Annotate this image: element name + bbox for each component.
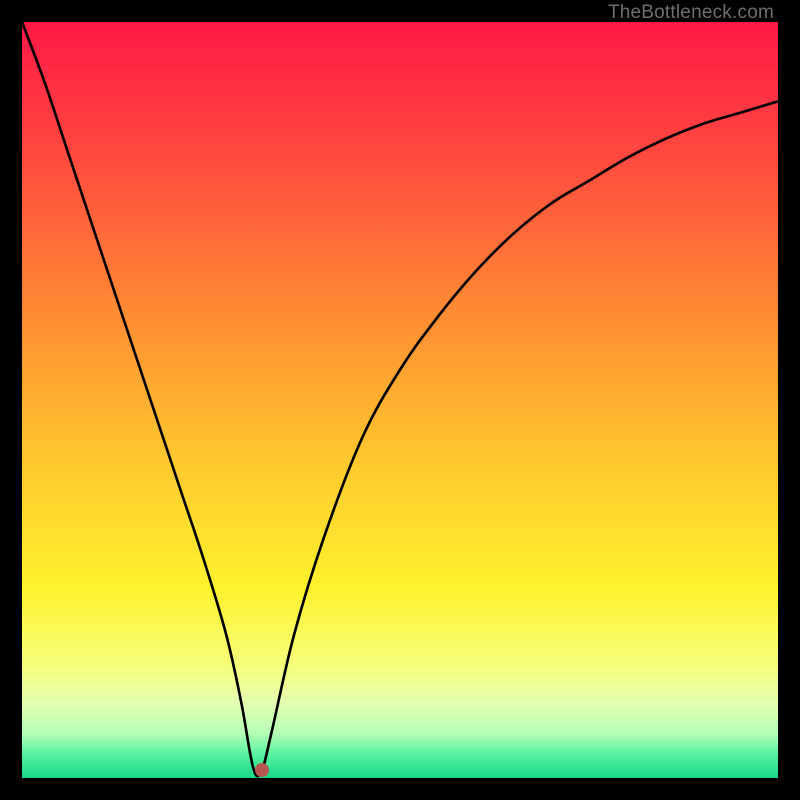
plot-area xyxy=(22,22,778,778)
optimum-marker xyxy=(255,763,269,777)
watermark-text: TheBottleneck.com xyxy=(608,2,774,24)
bottleneck-curve xyxy=(22,22,778,776)
curve-layer xyxy=(22,22,778,778)
chart-frame: TheBottleneck.com xyxy=(0,0,800,800)
